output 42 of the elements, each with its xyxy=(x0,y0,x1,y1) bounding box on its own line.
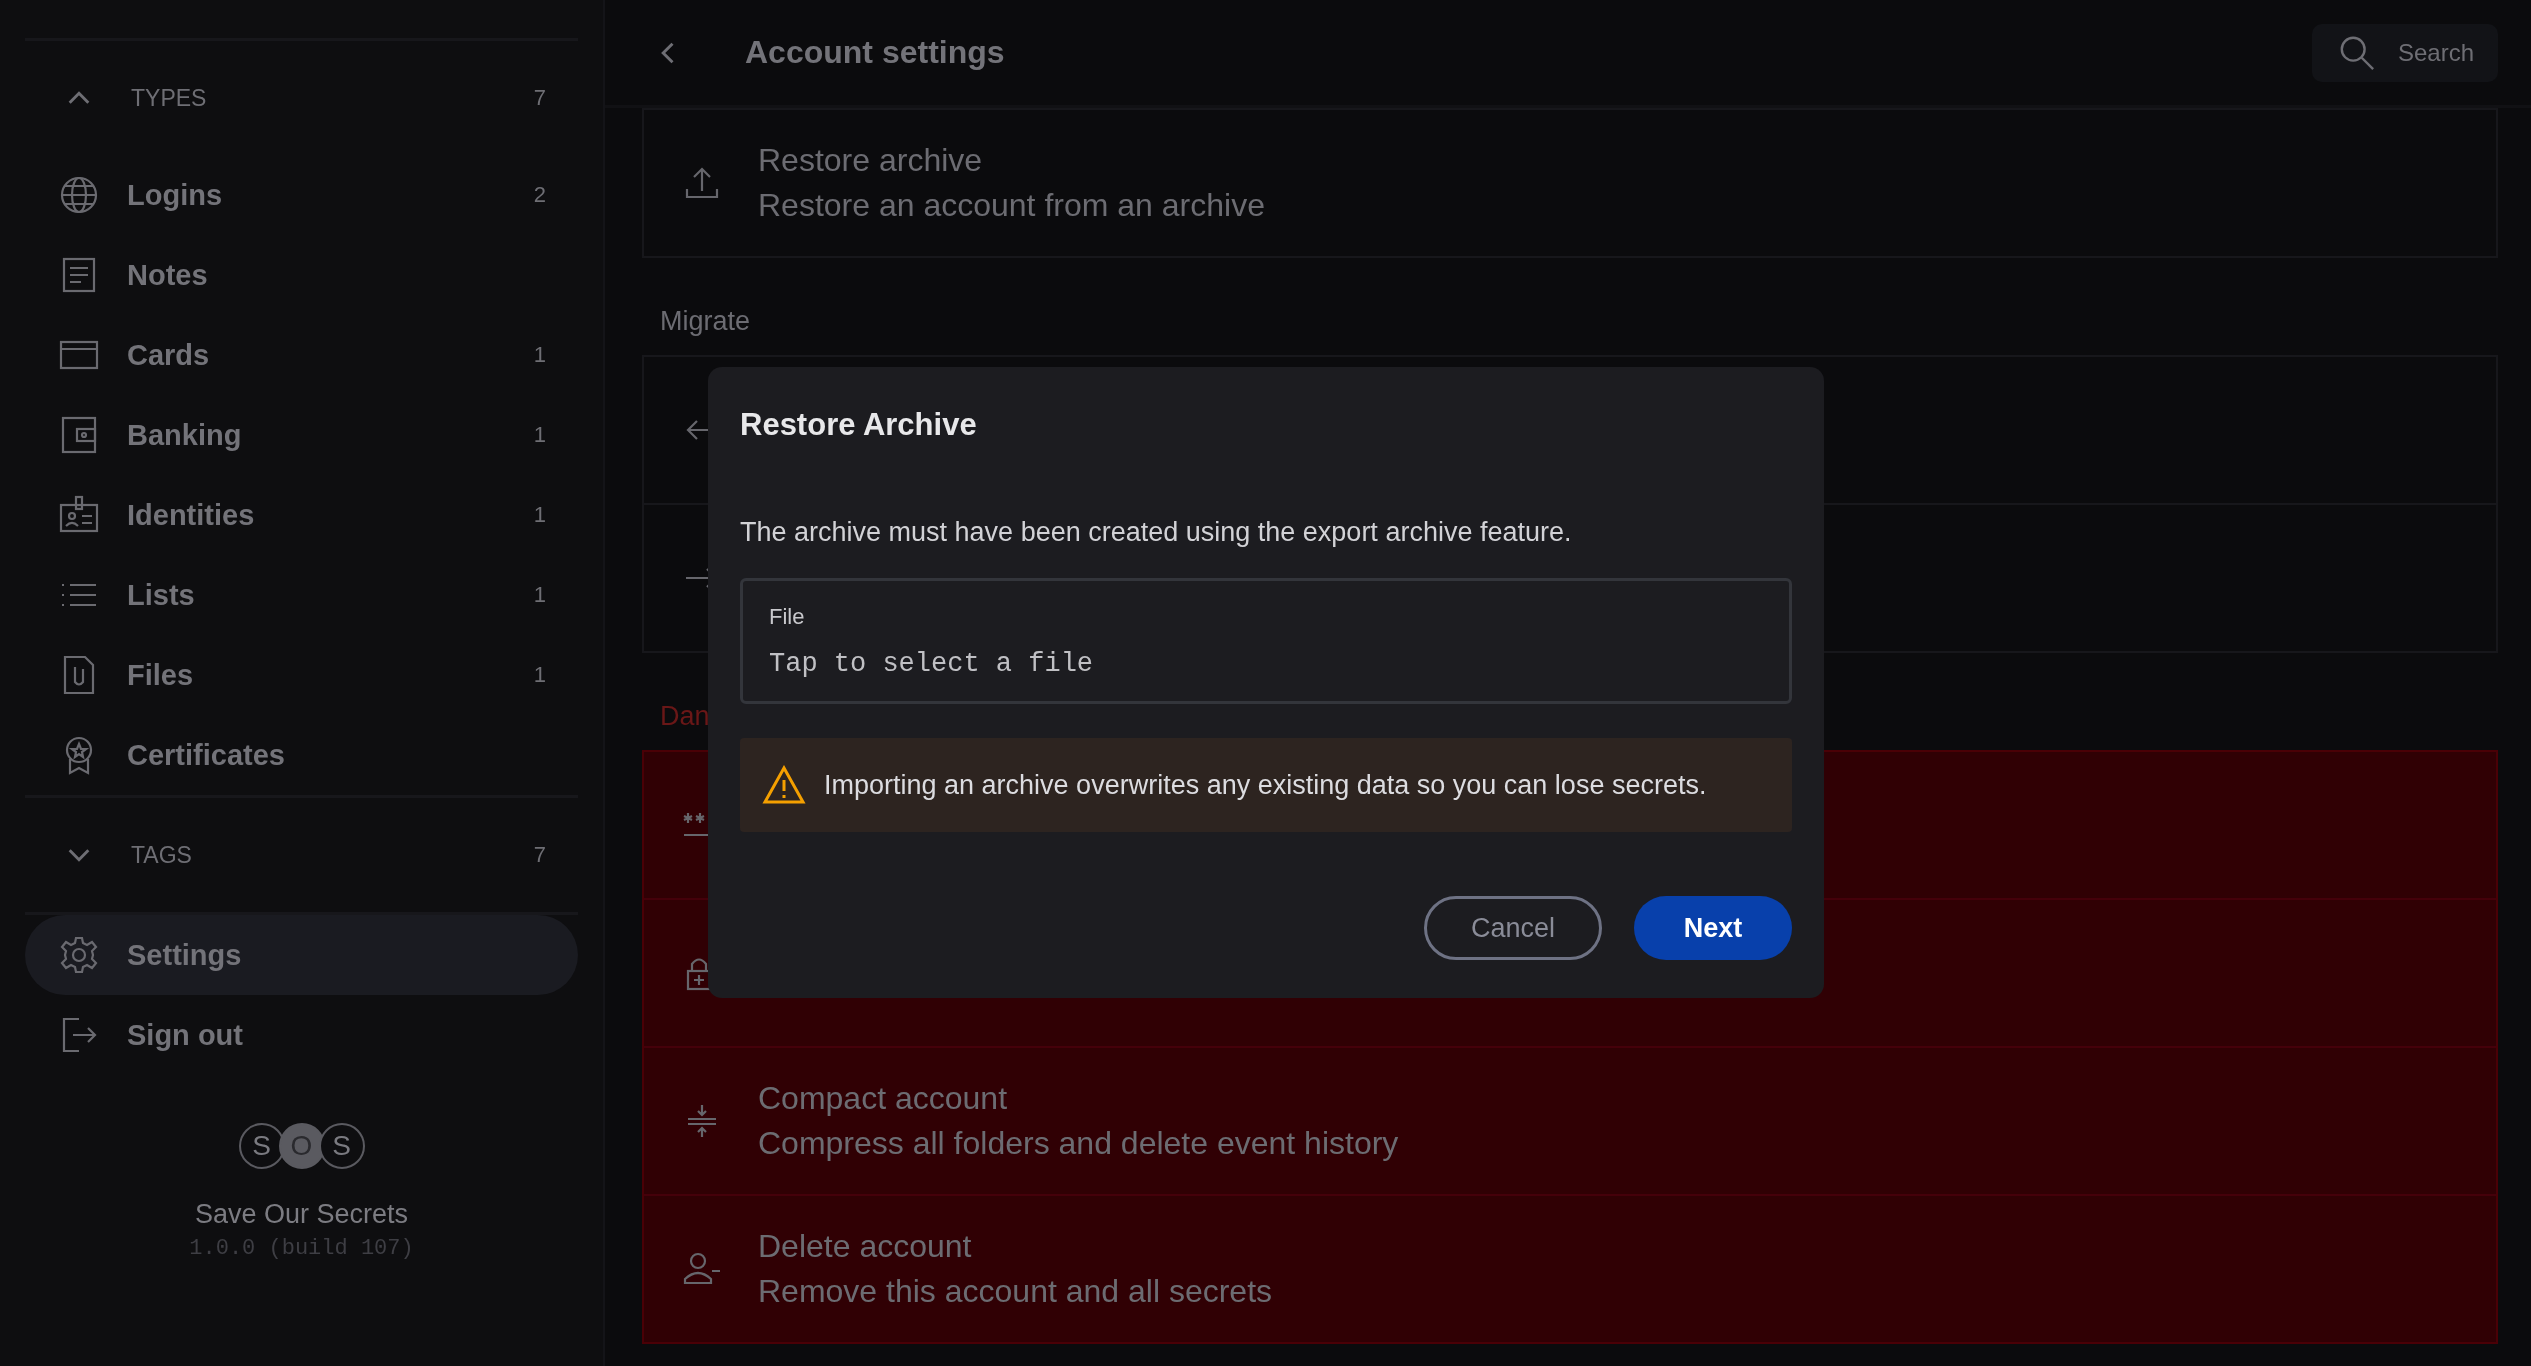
warning-text: Importing an archive overwrites any existing data so you can lose secrets. xyxy=(824,769,1707,801)
setting-description: Compress all folders and delete event history xyxy=(758,1125,1399,1162)
count: 1 xyxy=(533,342,546,368)
cancel-button[interactable]: Cancel xyxy=(1424,896,1602,960)
globe-icon xyxy=(59,175,99,215)
count: 7 xyxy=(533,842,546,868)
gear-icon xyxy=(59,935,99,975)
dialog-title: Restore Archive xyxy=(740,407,978,443)
nav-item[interactable]: Settings xyxy=(25,915,578,995)
warning-icon xyxy=(762,765,806,805)
app-name: Save Our Secrets xyxy=(193,1199,410,1230)
setting-description: Restore an account from an archive xyxy=(758,187,1265,224)
setting-description: Remove this account and all secrets xyxy=(758,1273,1273,1310)
sidebar-item[interactable]: Lists xyxy=(127,578,534,612)
page-title: Account settings xyxy=(745,34,1006,71)
wallet-icon xyxy=(59,415,99,455)
next-button[interactable]: Next xyxy=(1634,896,1792,960)
count: 1 xyxy=(533,662,546,688)
section-label: Dan xyxy=(660,701,711,732)
setting-title[interactable]: Delete account xyxy=(758,1228,1273,1265)
count: 1 xyxy=(533,422,546,448)
setting-title[interactable]: Restore archive xyxy=(758,142,1265,179)
section-label: Migrate xyxy=(660,306,752,337)
badge-icon xyxy=(59,495,99,535)
sidebar-item[interactable]: Cards xyxy=(127,338,534,372)
search-button[interactable]: Search xyxy=(2311,23,2498,82)
group-label: TYPES xyxy=(131,84,208,112)
sidebar-item[interactable]: Notes xyxy=(127,258,546,292)
dialog-description: The archive must have been created using the export archive feature. xyxy=(740,517,1573,548)
sidebar-item[interactable]: Identities xyxy=(127,498,534,532)
count: 1 xyxy=(533,502,546,528)
sidebar-item[interactable]: Banking xyxy=(127,418,534,452)
count: 7 xyxy=(533,85,546,111)
group-label: TAGS xyxy=(131,841,193,869)
sidebar-item[interactable]: Certificates xyxy=(127,738,546,772)
setting-title[interactable]: Compact account xyxy=(758,1080,1399,1117)
sidebar-item[interactable]: Logins xyxy=(127,178,534,212)
nav-item[interactable]: Sign out xyxy=(25,995,578,1075)
count: 2 xyxy=(533,182,546,208)
field-label: File xyxy=(769,604,805,630)
count: 1 xyxy=(533,582,546,608)
sidebar-item[interactable]: Files xyxy=(127,658,534,692)
